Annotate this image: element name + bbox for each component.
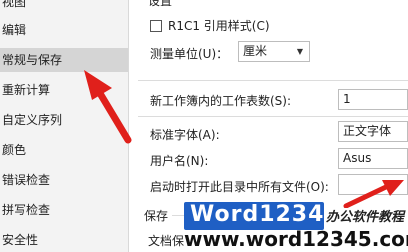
watermark-tagline: 办公软件教程 <box>326 210 405 225</box>
sheets-input[interactable]: 1 <box>338 89 408 110</box>
save-section-title: 保存 <box>144 209 169 223</box>
unit-select[interactable]: 厘米 ▼ <box>238 41 310 62</box>
sidebar-item-view[interactable]: 视图 <box>0 0 128 14</box>
divider <box>138 116 408 117</box>
unit-label: 测量单位(U)： <box>150 47 229 61</box>
red-arrow-icon <box>84 70 132 144</box>
red-arrow-icon <box>343 180 404 208</box>
r1c1-label: R1C1 引用样式(C) <box>168 19 270 33</box>
username-input[interactable]: Asus <box>338 148 408 169</box>
watermark-url: www.word12345.com <box>184 227 408 251</box>
unit-value: 厘米 <box>243 44 268 58</box>
sheets-label: 新工作簿内的工作表数(S): <box>150 94 292 108</box>
chevron-down-icon: ▼ <box>296 47 303 56</box>
font-label: 标准字体(A): <box>150 128 220 142</box>
doc-label: 文档保 <box>148 234 185 248</box>
font-select[interactable]: 正文字体 <box>338 121 408 142</box>
user-label: 用户名(N): <box>150 154 209 168</box>
section-title: 设置 <box>148 0 173 8</box>
sidebar-item-spell-check[interactable]: 拼写检查 <box>0 198 128 222</box>
watermark-logo: Word12345 <box>190 202 341 227</box>
divider <box>172 215 184 216</box>
r1c1-checkbox[interactable] <box>150 20 162 32</box>
sidebar-item-security[interactable]: 安全性 <box>0 228 128 252</box>
startup-label: 启动时打开此目录中所有文件(O): <box>150 180 329 194</box>
sidebar-item-edit[interactable]: 编辑 <box>0 18 128 42</box>
divider <box>138 80 408 81</box>
sidebar-item-error-check[interactable]: 错误检查 <box>0 168 128 192</box>
